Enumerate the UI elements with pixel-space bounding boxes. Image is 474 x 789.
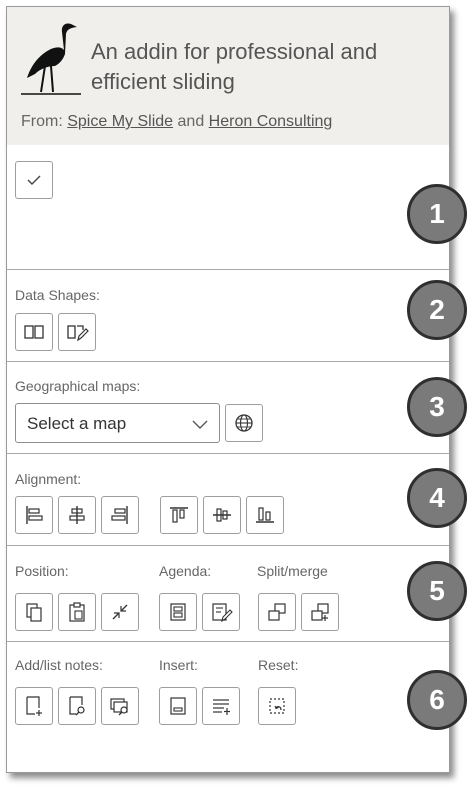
data-shapes-label: Data Shapes:: [15, 287, 100, 303]
swap-icon: [112, 604, 128, 620]
add-note-button[interactable]: [15, 687, 53, 725]
insert-label: Insert:: [159, 657, 198, 673]
insert-list-button[interactable]: [202, 687, 240, 725]
align-left-button[interactable]: [15, 496, 53, 534]
align-center-icon: [69, 506, 85, 524]
align-center-button[interactable]: [58, 496, 96, 534]
find-note-button[interactable]: [58, 687, 96, 725]
section-geo-maps: Geographical maps: Select a map: [7, 361, 449, 454]
map-select[interactable]: Select a map: [15, 403, 220, 443]
reset-button[interactable]: [258, 687, 296, 725]
align-middle-button[interactable]: [203, 496, 241, 534]
agenda-label: Agenda:: [159, 563, 212, 579]
copy-icon: [26, 603, 42, 622]
align-middle-icon: [213, 508, 231, 522]
marker-6: 6: [407, 670, 467, 730]
clipboard-icon: [69, 602, 85, 622]
data-shape-split-button[interactable]: [15, 313, 53, 351]
list-notes-icon: [110, 698, 128, 716]
map-select-value: Select a map: [27, 414, 127, 433]
section-notes: Add/list notes: Insert: Reset:: [7, 641, 449, 773]
from-line: From: Spice My Slide and Heron Consultin…: [21, 113, 332, 131]
from-label: From:: [21, 113, 63, 130]
alignment-label: Alignment:: [15, 471, 82, 487]
section-check: [7, 145, 449, 269]
align-top-button[interactable]: [160, 496, 198, 534]
reset-icon: [269, 698, 285, 714]
insert-list-icon: [213, 699, 230, 715]
agenda-button[interactable]: [159, 593, 197, 631]
align-bottom-icon: [256, 507, 274, 523]
list-notes-button[interactable]: [101, 687, 139, 725]
globe-button[interactable]: [225, 404, 263, 442]
search-note-icon: [69, 696, 85, 716]
agenda-edit-button[interactable]: [202, 593, 240, 631]
edit-shape-icon: [67, 325, 89, 342]
copy-position-button[interactable]: [15, 593, 53, 631]
addin-title: An addin for professional and efficient …: [91, 39, 378, 94]
heron-logo-icon: [21, 23, 81, 95]
marker-4: 4: [407, 468, 467, 528]
split-square-icon: [24, 325, 44, 339]
split-merge-label: Split/merge: [257, 563, 328, 579]
insert-footer-icon: [170, 697, 186, 715]
data-shape-edit-button[interactable]: [58, 313, 96, 351]
addin-header: An addin for professional and efficient …: [7, 7, 449, 145]
section-position: Position: Agenda: Split/merge: [7, 545, 449, 642]
paste-position-button[interactable]: [58, 593, 96, 631]
marker-5: 5: [407, 561, 467, 621]
section-alignment: Alignment:: [7, 453, 449, 546]
geo-maps-label: Geographical maps:: [15, 378, 141, 394]
agenda-edit-icon: [212, 603, 233, 623]
and-text: and: [177, 113, 205, 130]
position-label: Position:: [15, 563, 69, 579]
align-right-icon: [111, 506, 128, 524]
marker-3: 3: [407, 377, 467, 437]
heron-consulting-link[interactable]: Heron Consulting: [209, 113, 333, 130]
split-button[interactable]: [258, 593, 296, 631]
swap-position-button[interactable]: [101, 593, 139, 631]
reset-label: Reset:: [258, 657, 299, 673]
check-button[interactable]: [15, 161, 53, 199]
chevron-down-icon: [192, 420, 208, 429]
agenda-icon: [170, 603, 186, 621]
marker-1: 1: [407, 184, 467, 244]
section-data-shapes: Data Shapes:: [7, 269, 449, 362]
globe-icon: [235, 414, 253, 432]
spice-my-slide-link[interactable]: Spice My Slide: [67, 113, 173, 130]
merge-button[interactable]: [301, 593, 339, 631]
addin-taskpane: An addin for professional and efficient …: [6, 6, 450, 773]
align-right-button[interactable]: [101, 496, 139, 534]
align-left-icon: [26, 506, 43, 524]
align-bottom-button[interactable]: [246, 496, 284, 534]
add-note-icon: [26, 696, 42, 716]
marker-2: 2: [407, 280, 467, 340]
align-top-icon: [170, 507, 188, 523]
insert-footer-button[interactable]: [159, 687, 197, 725]
split-icon: [268, 603, 286, 621]
add-list-notes-label: Add/list notes:: [15, 657, 103, 673]
merge-icon: [311, 603, 329, 621]
check-icon: [27, 175, 41, 185]
